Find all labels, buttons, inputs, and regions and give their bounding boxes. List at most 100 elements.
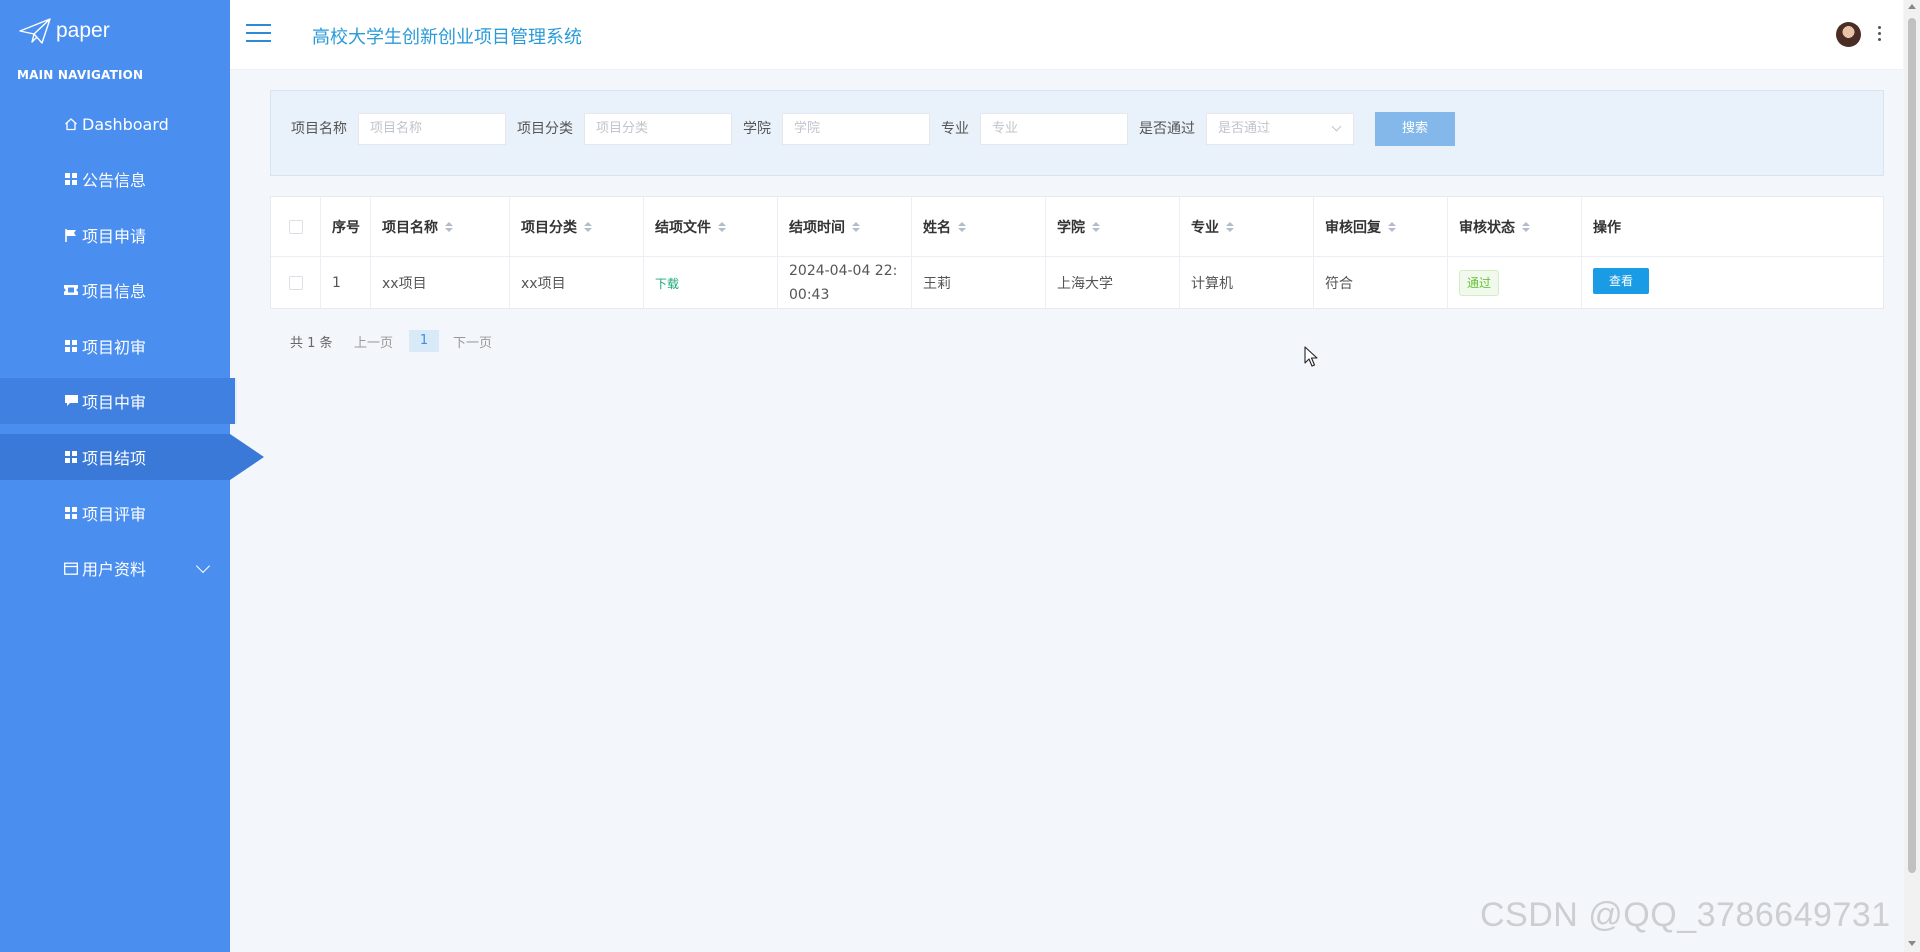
sidebar-item-initial-review[interactable]: 项目初审 (0, 323, 230, 369)
sidebar-item-label: 项目申请 (82, 227, 147, 246)
scroll-down-icon[interactable] (1908, 941, 1916, 946)
search-panel: 项目名称 项目名称 项目分类 项目分类 学院 学院 专业 专业 是否通过 是否通… (270, 90, 1884, 176)
sort-icon[interactable] (852, 221, 860, 232)
sidebar-item-info[interactable]: 项目信息 (0, 267, 230, 313)
logo[interactable]: paper (18, 14, 110, 48)
grid-icon (64, 450, 78, 464)
active-indicator (230, 434, 264, 480)
table-cell-reply: 符合 (1314, 256, 1448, 309)
menu-toggle-icon[interactable] (246, 24, 271, 44)
grid-icon (64, 172, 78, 186)
sidebar-item-mid-review[interactable]: 项目中审 (0, 378, 237, 424)
sidebar-item-label: 用户资料 (82, 560, 147, 579)
row-select-cell (271, 256, 321, 309)
sidebar-item-label: 项目评审 (82, 505, 147, 524)
flag-icon (64, 228, 78, 242)
search-label-major: 专业 (941, 121, 969, 137)
search-button[interactable]: 搜索 (1375, 112, 1455, 146)
grid-icon (64, 339, 78, 353)
table-cell-file: 下载 (644, 256, 778, 309)
data-table: 序号 项目名称 项目分类 结项文件 结项时间 姓名 学院 专业 审核回复 审核状… (270, 196, 1884, 309)
sidebar-item-label: 公告信息 (82, 171, 147, 190)
pagination-prev-button[interactable]: 上一页 (354, 332, 393, 351)
sidebar-item-label: 项目初审 (82, 338, 147, 357)
sidebar-item-label: 项目中审 (82, 393, 147, 412)
nav-section-header: MAIN NAVIGATION (17, 68, 144, 82)
page-title: 高校大学生创新创业项目管理系统 (312, 27, 582, 48)
table-header-category[interactable]: 项目分类 (510, 197, 644, 256)
search-label-name: 项目名称 (291, 121, 347, 137)
sort-icon[interactable] (1092, 221, 1100, 232)
mouse-cursor-icon (1304, 346, 1318, 367)
sidebar-item-dashboard[interactable]: Dashboard (0, 101, 230, 147)
passed-select[interactable]: 是否通过 (1206, 113, 1354, 145)
sidebar: paper MAIN NAVIGATION Dashboard 公告信息 项目申… (0, 0, 237, 952)
table-cell-person: 王莉 (912, 256, 1046, 309)
search-label-college: 学院 (743, 121, 771, 137)
table-cell-time: 2024-04-04 22:00:43 (778, 256, 912, 309)
sidebar-item-apply[interactable]: 项目申请 (0, 212, 230, 258)
table-cell-category: xx项目 (510, 256, 644, 309)
calendar-icon (64, 561, 78, 575)
table-header-time[interactable]: 结项时间 (778, 197, 912, 256)
pagination-next-button[interactable]: 下一页 (453, 332, 492, 351)
sidebar-item-completion[interactable]: 项目结项 (0, 434, 230, 480)
sidebar-item-evaluation[interactable]: 项目评审 (0, 490, 230, 536)
ticket-icon (64, 283, 78, 297)
table-cell-action: 查看 (1582, 256, 1883, 309)
table-cell-status: 通过 (1448, 256, 1582, 309)
major-input[interactable]: 专业 (980, 113, 1128, 145)
table-header-college[interactable]: 学院 (1046, 197, 1180, 256)
table-header-file[interactable]: 结项文件 (644, 197, 778, 256)
sort-icon[interactable] (1522, 221, 1530, 232)
table-header-major[interactable]: 专业 (1180, 197, 1314, 256)
table-header-select (271, 197, 321, 256)
sidebar-item-label: 项目结项 (82, 449, 147, 468)
top-header: 高校大学生创新创业项目管理系统 (230, 0, 1903, 70)
grid-icon (64, 506, 78, 520)
home-icon (64, 117, 78, 131)
table-header-reply[interactable]: 审核回复 (1314, 197, 1448, 256)
sort-icon[interactable] (584, 221, 592, 232)
table-header-status[interactable]: 审核状态 (1448, 197, 1582, 256)
table-header-name[interactable]: 项目名称 (371, 197, 510, 256)
chevron-down-icon (1331, 121, 1342, 132)
sort-icon[interactable] (718, 221, 726, 232)
table-cell-major: 计算机 (1180, 256, 1314, 309)
passed-select-value: 是否通过 (1218, 121, 1271, 136)
scroll-up-icon[interactable] (1908, 4, 1916, 9)
sidebar-item-label: 项目信息 (82, 282, 147, 301)
watermark: CSDN @QQ_3786649731 (1480, 896, 1891, 934)
sidebar-item-user-profile[interactable]: 用户资料 (0, 545, 230, 591)
comment-icon (64, 394, 78, 408)
project-category-input[interactable]: 项目分类 (584, 113, 732, 145)
pagination-page-1[interactable]: 1 (409, 330, 439, 352)
sort-icon[interactable] (1226, 221, 1234, 232)
sort-icon[interactable] (958, 221, 966, 232)
table-cell-name: xx项目 (371, 256, 510, 309)
sidebar-item-label: Dashboard (82, 114, 169, 134)
view-button[interactable]: 查看 (1593, 268, 1649, 294)
more-options-icon[interactable] (1878, 26, 1882, 42)
sort-icon[interactable] (1388, 221, 1396, 232)
brand-name: paper (56, 19, 110, 42)
college-input[interactable]: 学院 (782, 113, 930, 145)
select-all-checkbox[interactable] (288, 219, 303, 234)
search-label-passed: 是否通过 (1139, 121, 1195, 137)
table-header-action: 操作 (1593, 219, 1621, 236)
scroll-thumb[interactable] (1908, 18, 1916, 873)
pagination-total: 共 1 条 (290, 336, 333, 351)
vertical-scrollbar[interactable] (1904, 0, 1920, 952)
paper-plane-icon (19, 18, 51, 44)
sort-icon[interactable] (445, 221, 453, 232)
download-link[interactable]: 下载 (655, 275, 679, 292)
project-name-input[interactable]: 项目名称 (358, 113, 506, 145)
table-header-person[interactable]: 姓名 (912, 197, 1046, 256)
chevron-down-icon (195, 558, 211, 574)
row-checkbox[interactable] (288, 276, 303, 290)
avatar[interactable] (1836, 22, 1861, 47)
table-cell-college: 上海大学 (1046, 256, 1180, 309)
sidebar-item-announcements[interactable]: 公告信息 (0, 156, 230, 202)
search-label-category: 项目分类 (517, 121, 573, 137)
table-header-index: 序号 (321, 197, 371, 256)
